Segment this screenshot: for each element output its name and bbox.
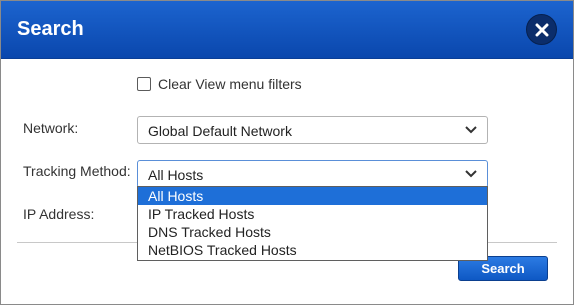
chevron-down-icon [465,126,477,134]
dialog-title: Search [17,18,84,40]
tracking-method-select-value: All Hosts [148,167,204,183]
chevron-down-icon [465,170,477,178]
search-dialog: Search Clear View menu filters Network: … [0,0,574,305]
clear-filters-row: Clear View menu filters [137,76,302,92]
dialog-titlebar: Search [1,1,573,59]
tracking-option-ip-tracked[interactable]: IP Tracked Hosts [138,205,487,223]
tracking-method-select[interactable]: All Hosts [137,160,488,188]
close-button[interactable] [526,14,557,45]
clear-filters-label: Clear View menu filters [158,76,302,92]
close-icon [535,23,548,36]
network-select-value: Global Default Network [148,123,292,139]
network-select[interactable]: Global Default Network [137,116,488,144]
tracking-option-all-hosts[interactable]: All Hosts [138,187,487,205]
tracking-method-label: Tracking Method: [23,163,131,179]
ip-address-label: IP Address: [23,206,95,222]
network-label: Network: [23,120,79,136]
clear-filters-checkbox[interactable] [137,77,151,91]
tracking-method-dropdown: All Hosts IP Tracked Hosts DNS Tracked H… [137,186,488,261]
tracking-option-dns-tracked[interactable]: DNS Tracked Hosts [138,223,487,241]
tracking-option-netbios-tracked[interactable]: NetBIOS Tracked Hosts [138,241,487,259]
